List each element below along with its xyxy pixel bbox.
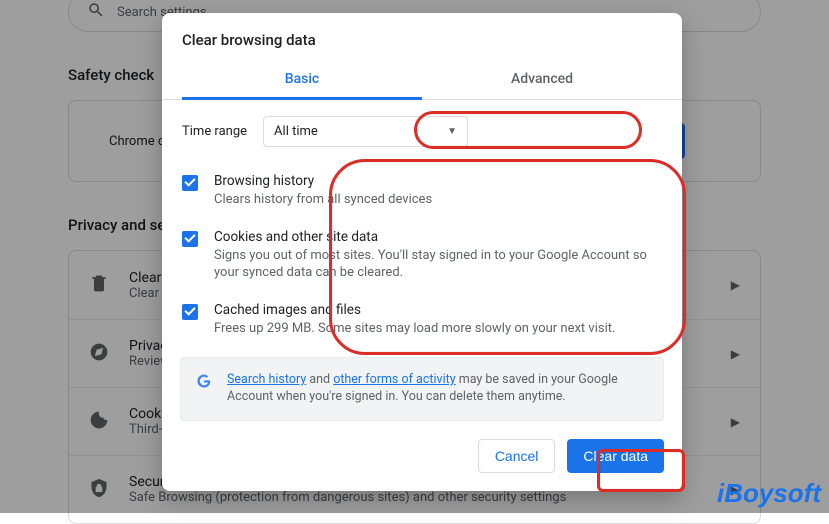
checkbox-browsing-history[interactable] (182, 175, 198, 191)
watermark: iBoysoft (717, 478, 821, 509)
chevron-down-icon: ▼ (447, 126, 457, 137)
checkbox-cookies[interactable] (182, 231, 198, 247)
time-range-value: All time (274, 124, 318, 139)
trash-icon (89, 273, 109, 297)
search-history-link[interactable]: Search history (227, 372, 306, 387)
security-icon (89, 478, 109, 502)
time-range-label: Time range (182, 124, 247, 139)
cancel-button[interactable]: Cancel (478, 439, 556, 473)
option-cache[interactable]: Cached images and files Frees up 299 MB.… (162, 292, 682, 348)
clear-browsing-data-dialog: Clear browsing data Basic Advanced Time … (162, 13, 682, 491)
tab-basic[interactable]: Basic (182, 59, 422, 100)
chevron-right-icon: ▶ (731, 347, 740, 361)
chevron-right-icon: ▶ (731, 415, 740, 429)
tab-advanced[interactable]: Advanced (422, 59, 662, 99)
checkbox-cache[interactable] (182, 304, 198, 320)
time-range-dropdown[interactable]: All time ▼ (263, 116, 468, 147)
option-browsing-history[interactable]: Browsing history Clears history from all… (162, 163, 682, 219)
google-icon (195, 372, 213, 406)
chevron-right-icon: ▶ (731, 278, 740, 292)
cookie-icon (89, 410, 109, 434)
google-activity-info: Search history and other forms of activi… (180, 357, 664, 421)
option-cookies[interactable]: Cookies and other site data Signs you ou… (162, 219, 682, 292)
search-icon (87, 1, 105, 23)
compass-icon (89, 342, 109, 366)
clear-data-button[interactable]: Clear data (567, 439, 664, 473)
other-activity-link[interactable]: other forms of activity (333, 372, 455, 387)
dialog-title: Clear browsing data (162, 13, 682, 59)
google-activity-text: Search history and other forms of activi… (227, 372, 649, 406)
dialog-tabs: Basic Advanced (162, 59, 682, 100)
dialog-buttons: Cancel Clear data (162, 427, 682, 481)
